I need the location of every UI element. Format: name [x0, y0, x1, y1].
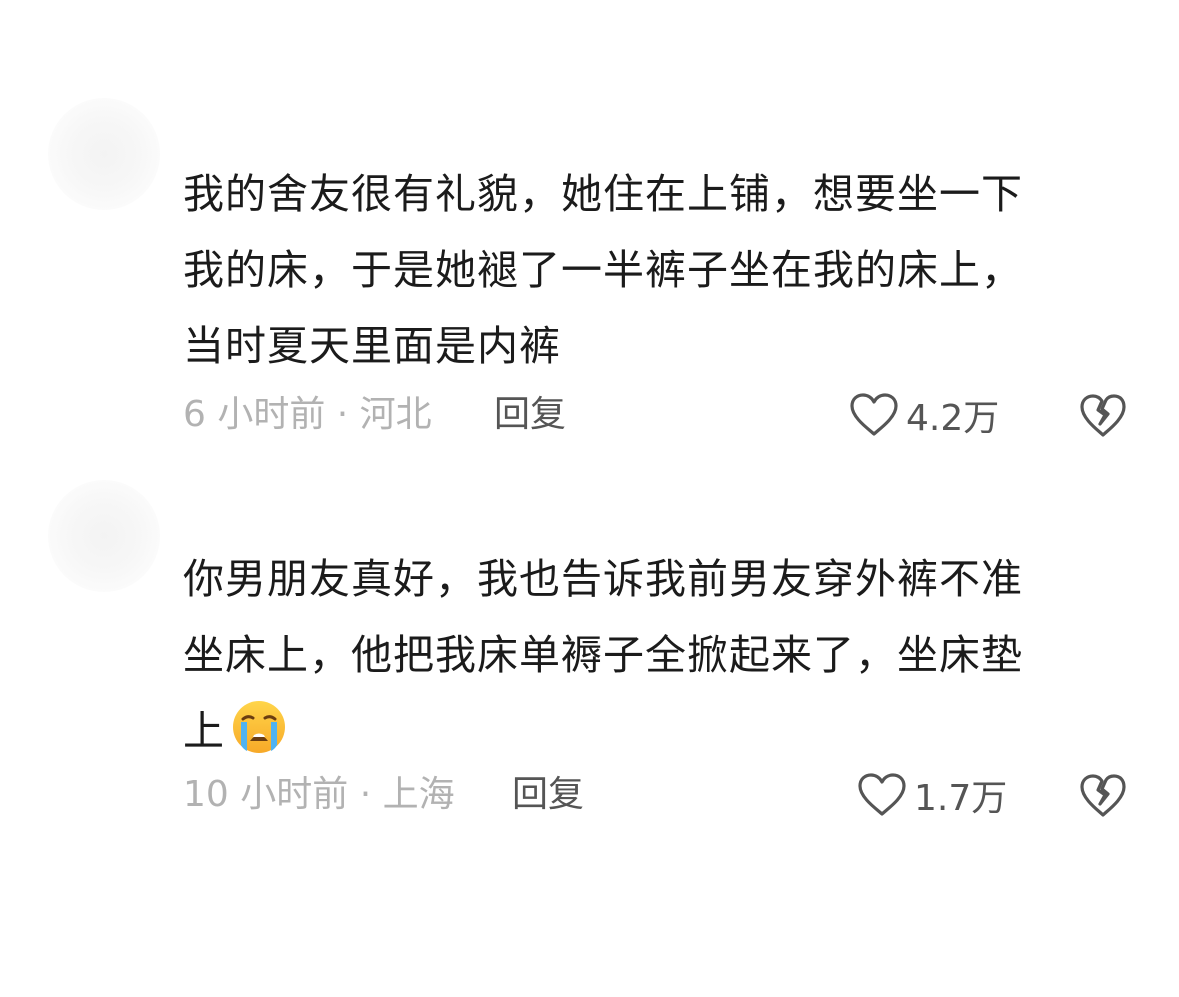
- avatar[interactable]: [48, 480, 160, 592]
- comment-item: 我的舍友很有礼貌，她住在上铺，想要坐一下 我的床，于是她褪了一半裤子坐在我的床上…: [0, 0, 1179, 480]
- like-count: 1.7万: [914, 778, 1008, 819]
- like-button[interactable]: 4.2万: [848, 390, 999, 440]
- comment-text-content: 你男朋友真好，我也告诉我前男友穿外裤不准 坐床上，他把我床单褥子全掀起来了，坐床…: [183, 555, 1023, 755]
- heart-icon: [856, 771, 908, 819]
- like-button[interactable]: 1.7万: [856, 770, 1007, 820]
- like-count: 4.2万: [906, 398, 1000, 439]
- dislike-button[interactable]: [1078, 770, 1128, 820]
- heart-icon: [848, 391, 900, 439]
- dislike-button[interactable]: [1078, 390, 1128, 440]
- comment-meta: 10 小时前 · 上海: [183, 774, 455, 815]
- reply-button[interactable]: 回复: [494, 390, 566, 440]
- broken-heart-icon: [1078, 390, 1128, 440]
- comment-meta: 6 小时前 · 河北: [183, 394, 432, 435]
- reply-button[interactable]: 回复: [512, 770, 584, 820]
- comment-item: 你男朋友真好，我也告诉我前男友穿外裤不准 坐床上，他把我床单褥子全掀起来了，坐床…: [0, 480, 1179, 880]
- comment-text: 我的舍友很有礼貌，她住在上铺，想要坐一下 我的床，于是她褪了一半裤子坐在我的床上…: [183, 170, 1023, 370]
- comment-text: 你男朋友真好，我也告诉我前男友穿外裤不准 坐床上，他把我床单褥子全掀起来了，坐床…: [183, 541, 1113, 769]
- crying-face-emoji-icon: [231, 699, 287, 755]
- avatar[interactable]: [48, 98, 160, 210]
- broken-heart-icon: [1078, 770, 1128, 820]
